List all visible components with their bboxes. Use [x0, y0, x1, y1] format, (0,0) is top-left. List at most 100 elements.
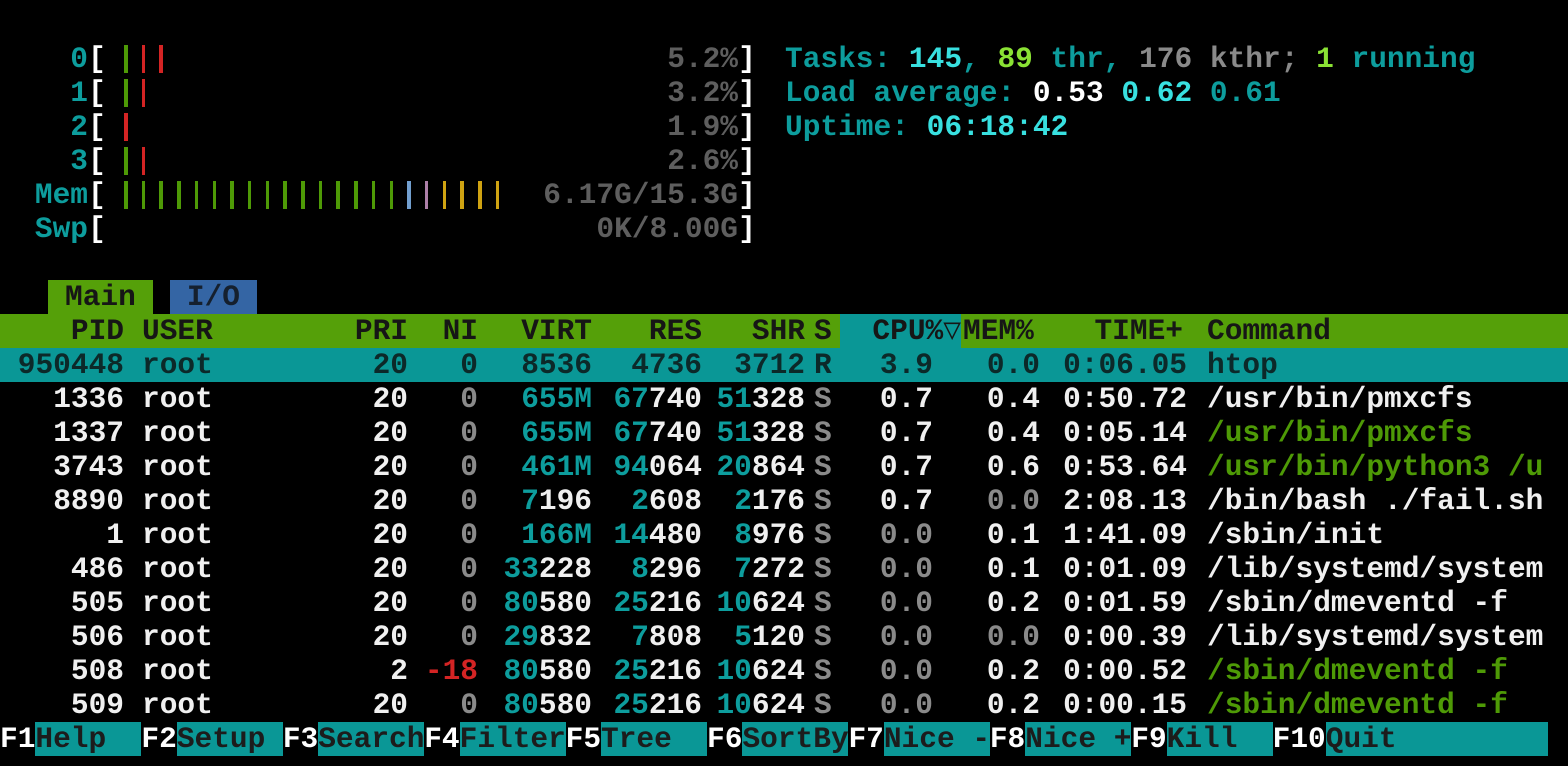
fkey-filter[interactable]: F4Filter: [424, 722, 565, 756]
cell-shr: 20864: [702, 450, 805, 484]
process-row-selected[interactable]: 950448root200853647363712R3.90.00:06.05h…: [0, 348, 1568, 382]
fkey-nice-[interactable]: F7Nice -: [848, 722, 989, 756]
process-row[interactable]: 505root200805802521610624S0.00.20:01.59/…: [0, 586, 1568, 620]
cpu-1-meter-value: 3.2%: [667, 76, 738, 110]
cell-res: 94064: [592, 450, 702, 484]
fkey-nice-[interactable]: F8Nice +: [990, 722, 1131, 756]
meter-close-bracket: ]: [738, 42, 756, 76]
fkey-label: Filter: [460, 722, 566, 756]
col-header-user[interactable]: USER: [124, 314, 248, 348]
process-row[interactable]: 506root2002983278085120S0.00.00:00.39/li…: [0, 620, 1568, 654]
cell-pid: 1337: [0, 416, 124, 450]
cell-mem: 0.2: [933, 586, 1040, 620]
cell-pid: 506: [0, 620, 124, 654]
cpu-3-meter: 3[2.6%]: [0, 144, 770, 178]
cell-virt: 80580: [478, 586, 592, 620]
cell-command: htop: [1187, 348, 1568, 382]
cell-time: 2:08.13: [1040, 484, 1187, 518]
fkey-setup[interactable]: F2Setup: [141, 722, 282, 756]
cell-state: S: [805, 382, 840, 416]
fkey-label: Quit: [1326, 722, 1548, 756]
col-header-time[interactable]: TIME+: [1040, 314, 1183, 348]
cell-command: /usr/bin/pmxcfs: [1187, 382, 1568, 416]
meter-bar-green: [319, 181, 323, 209]
cell-time: 0:06.05: [1040, 348, 1187, 382]
cell-user: root: [124, 450, 248, 484]
cpu-1-meter-label: 1: [0, 76, 88, 110]
cell-virt: 29832: [478, 620, 592, 654]
meter-bar-red: [142, 147, 146, 175]
cell-command: /bin/bash ./fail.sh: [1187, 484, 1568, 518]
cell-shr: 10624: [702, 654, 805, 688]
fkey-label: SortBy: [742, 722, 848, 756]
cpu-3-meter-label: 3: [0, 144, 88, 178]
fkey-quit[interactable]: F10Quit: [1273, 722, 1548, 756]
tab-main[interactable]: Main: [48, 280, 153, 314]
cpu-2-meter: 2[1.9%]: [0, 110, 770, 144]
cell-mem: 0.4: [933, 382, 1040, 416]
col-header-virt[interactable]: VIRT: [478, 314, 592, 348]
cell-mem: 0.1: [933, 552, 1040, 586]
col-header-res[interactable]: RES: [592, 314, 702, 348]
cell-pid: 486: [0, 552, 124, 586]
process-row[interactable]: 508root2-18805802521610624S0.00.20:00.52…: [0, 654, 1568, 688]
process-row[interactable]: 8890root200719626082176S0.70.02:08.13/bi…: [0, 484, 1568, 518]
process-row[interactable]: 1336root200655M6774051328S0.70.40:50.72/…: [0, 382, 1568, 416]
cell-command: /usr/bin/python3 /u: [1187, 450, 1568, 484]
col-header-pid[interactable]: PID: [0, 314, 124, 348]
process-row[interactable]: 3743root200461M9406420864S0.70.60:53.64/…: [0, 450, 1568, 484]
cell-res: 2608: [592, 484, 702, 518]
cell-state: R: [805, 348, 840, 382]
col-header-cpu-sort[interactable]: CPU%▽: [840, 314, 961, 348]
cell-res: 7808: [592, 620, 702, 654]
fkey-label: Tree: [601, 722, 707, 756]
cell-pid: 508: [0, 654, 124, 688]
cell-pri: 20: [248, 552, 408, 586]
fkey-number: F8: [990, 722, 1025, 756]
cell-time: 1:41.09: [1040, 518, 1187, 552]
meter-bar-red: [142, 45, 146, 73]
process-row[interactable]: 1root200166M144808976S0.00.11:41.09/sbin…: [0, 518, 1568, 552]
fkey-sortby[interactable]: F6SortBy: [707, 722, 848, 756]
meter-bar-green: [124, 45, 128, 73]
process-row[interactable]: 509root200805802521610624S0.00.20:00.15/…: [0, 688, 1568, 722]
cell-state: S: [805, 484, 840, 518]
cell-state: S: [805, 416, 840, 450]
fkey-kill[interactable]: F9Kill: [1131, 722, 1272, 756]
fkey-label: Nice -: [884, 722, 990, 756]
cell-virt: 80580: [478, 688, 592, 722]
meter-bar-yellow: [478, 181, 482, 209]
cell-pri: 20: [248, 518, 408, 552]
cell-ni: 0: [408, 552, 478, 586]
cell-cpu: 0.0: [840, 688, 933, 722]
cpu-3-meter-value: 2.6%: [667, 144, 738, 178]
swap-meter: Swp[0K/8.00G]: [0, 212, 770, 246]
cell-virt: 7196: [478, 484, 592, 518]
col-header-shr[interactable]: SHR: [702, 314, 805, 348]
col-header-mem[interactable]: MEM%: [961, 314, 1040, 348]
cpu-3-meter-bar-zone: 2.6%: [106, 144, 738, 178]
cell-user: root: [124, 654, 248, 688]
col-header-pri[interactable]: PRI: [248, 314, 408, 348]
function-key-bar: F1HelpF2SetupF3SearchF4FilterF5TreeF6Sor…: [0, 722, 1568, 756]
cell-res: 25216: [592, 654, 702, 688]
fkey-number: F7: [848, 722, 883, 756]
fkey-search[interactable]: F3Search: [283, 722, 424, 756]
cell-cpu: 0.7: [840, 382, 933, 416]
col-header-ni[interactable]: NI: [408, 314, 478, 348]
process-row[interactable]: 486root2003322882967272S0.00.10:01.09/li…: [0, 552, 1568, 586]
cell-ni: 0: [408, 382, 478, 416]
fkey-tree[interactable]: F5Tree: [566, 722, 707, 756]
cpu-0-meter-value: 5.2%: [667, 42, 738, 76]
tab-io[interactable]: I/O: [170, 280, 257, 314]
meter-bar-red: [142, 79, 146, 107]
cell-mem: 0.0: [933, 620, 1040, 654]
cell-command: /sbin/init: [1187, 518, 1568, 552]
fkey-help[interactable]: F1Help: [0, 722, 141, 756]
process-row[interactable]: 1337root200655M6774051328S0.70.40:05.14/…: [0, 416, 1568, 450]
col-header-state[interactable]: S: [805, 314, 840, 348]
process-table-header: PID USER PRI NI VIRT RES SHR S CPU%▽ MEM…: [0, 314, 1568, 348]
cell-user: root: [124, 586, 248, 620]
tasks-line: Tasks: 145, 89 thr, 176 kthr; 1 running: [785, 42, 1565, 76]
col-header-command[interactable]: Command: [1183, 314, 1568, 348]
